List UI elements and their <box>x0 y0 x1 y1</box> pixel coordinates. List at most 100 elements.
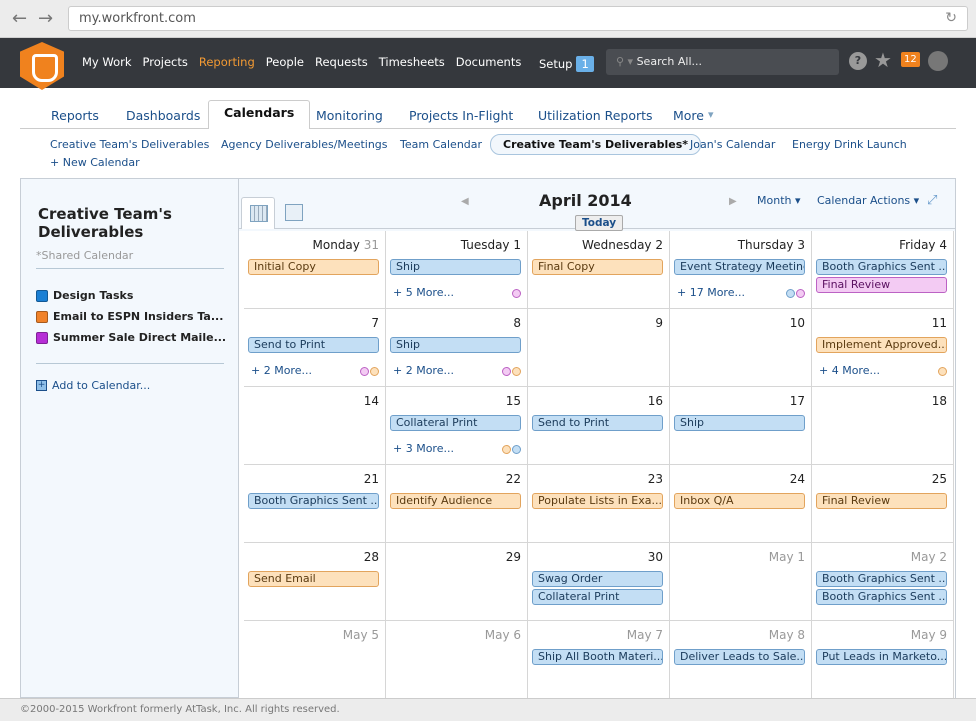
nav-my-work[interactable]: My Work <box>82 55 132 69</box>
event-bar[interactable]: Send to Print <box>532 415 663 431</box>
forward-icon[interactable]: → <box>38 8 53 29</box>
event-bar[interactable]: Ship <box>390 259 521 275</box>
event-bar[interactable]: Ship <box>674 415 805 431</box>
tab-reports[interactable]: Reports <box>51 108 99 123</box>
day-cell[interactable]: 25 Final Review <box>812 465 954 543</box>
nav-documents[interactable]: Documents <box>456 55 522 69</box>
day-cell[interactable]: 7 Send to Print + 2 More... <box>244 309 386 387</box>
day-cell[interactable]: May 7 Ship All Booth Materi... <box>528 621 670 699</box>
notifications-badge[interactable]: 12 <box>901 52 920 67</box>
day-cell[interactable]: May 9 Put Leads in Marketo... <box>812 621 954 699</box>
day-cell[interactable]: 11 Implement Approved... + 4 More... <box>812 309 954 387</box>
event-bar[interactable]: Ship <box>390 337 521 353</box>
nav-timesheets[interactable]: Timesheets <box>379 55 445 69</box>
subnav-item[interactable]: + New Calendar <box>50 156 140 169</box>
tab-more[interactable]: More <box>673 108 704 123</box>
today-button[interactable]: Today <box>575 215 624 231</box>
nav-people[interactable]: People <box>266 55 304 69</box>
day-cell[interactable]: 22 Identify Audience <box>386 465 528 543</box>
url-bar[interactable]: my.workfront.com ↻ <box>68 6 968 31</box>
more-link[interactable]: + 5 More... <box>393 286 454 299</box>
gantt-view-tab[interactable] <box>277 197 311 229</box>
calendar-legend-item[interactable]: Email to ESPN Insiders Ta... <box>36 310 223 323</box>
next-month-icon[interactable]: ▶ <box>729 196 737 207</box>
day-cell[interactable]: Tuesday 1 Ship + 5 More... <box>386 231 528 309</box>
event-bar[interactable]: Final Copy <box>532 259 663 275</box>
setup-button[interactable]: Setup 1 <box>539 56 594 72</box>
more-link[interactable]: + 3 More... <box>393 442 454 455</box>
day-cell[interactable]: 24 Inbox Q/A <box>670 465 812 543</box>
day-cell[interactable]: 28 Send Email <box>244 543 386 621</box>
event-bar[interactable]: Collateral Print <box>532 589 663 605</box>
event-bar[interactable]: Implement Approved... <box>816 337 947 353</box>
view-dropdown[interactable]: Month ▾ <box>757 194 801 207</box>
subnav-item[interactable]: Team Calendar <box>400 138 482 151</box>
calendar-legend-item[interactable]: Summer Sale Direct Maile... <box>36 331 226 344</box>
day-cell[interactable]: 9 <box>528 309 670 387</box>
day-cell[interactable]: Thursday 3 Event Strategy Meeting + 17 Mor… <box>670 231 812 309</box>
reload-icon[interactable]: ↻ <box>945 10 957 26</box>
day-cell[interactable]: May 1 <box>670 543 812 621</box>
subnav-item[interactable]: Creative Team's Deliverables* <box>490 134 702 155</box>
day-cell[interactable]: 15 Collateral Print + 3 More... <box>386 387 528 465</box>
event-bar[interactable]: Identify Audience <box>390 493 521 509</box>
event-bar[interactable]: Booth Graphics Sent ... <box>816 571 947 587</box>
day-cell[interactable]: 10 <box>670 309 812 387</box>
day-cell[interactable]: 29 <box>386 543 528 621</box>
subnav-item[interactable]: Joan's Calendar <box>690 138 775 151</box>
subnav-item[interactable]: Agency Deliverables/Meetings <box>221 138 388 151</box>
month-grid-view-tab[interactable] <box>241 197 275 229</box>
event-bar[interactable]: Booth Graphics Sent ... <box>816 589 947 605</box>
nav-reporting[interactable]: Reporting <box>199 55 255 69</box>
more-link[interactable]: + 2 More... <box>393 364 454 377</box>
event-bar[interactable]: Populate Lists in Exa... <box>532 493 663 509</box>
tab-utilization-reports[interactable]: Utilization Reports <box>538 108 653 123</box>
star-icon[interactable]: ★ <box>874 48 892 72</box>
event-bar[interactable]: Put Leads in Marketo... <box>816 649 947 665</box>
day-cell[interactable]: 8 Ship + 2 More... <box>386 309 528 387</box>
event-bar[interactable]: Swag Order <box>532 571 663 587</box>
day-cell[interactable]: Friday 4 Booth Graphics Sent ... Final Rev… <box>812 231 954 309</box>
event-bar[interactable]: Collateral Print <box>390 415 521 431</box>
subnav-item[interactable]: Energy Drink Launch <box>792 138 907 151</box>
day-cell[interactable]: May 8 Deliver Leads to Sale... <box>670 621 812 699</box>
day-cell[interactable]: 30 Swag Order Collateral Print <box>528 543 670 621</box>
tab-monitoring[interactable]: Monitoring <box>316 108 383 123</box>
day-cell[interactable]: May 6 <box>386 621 528 699</box>
fullscreen-icon[interactable]: ⤢ <box>927 193 937 208</box>
calendar-actions-dropdown[interactable]: Calendar Actions ▾ <box>817 194 919 207</box>
event-bar[interactable]: Initial Copy <box>248 259 379 275</box>
day-cell[interactable]: 14 <box>244 387 386 465</box>
more-link[interactable]: + 17 More... <box>677 286 745 299</box>
day-cell[interactable]: Monday 31 Initial Copy <box>244 231 386 309</box>
event-bar[interactable]: Booth Graphics Sent ... <box>816 259 947 275</box>
day-cell[interactable]: 16 Send to Print <box>528 387 670 465</box>
tab-dashboards[interactable]: Dashboards <box>126 108 200 123</box>
event-bar[interactable]: Final Review <box>816 493 947 509</box>
add-to-calendar-link[interactable]: + Add to Calendar... <box>36 379 150 392</box>
event-bar[interactable]: Deliver Leads to Sale... <box>674 649 805 665</box>
calendar-legend-item[interactable]: Design Tasks <box>36 289 133 302</box>
back-icon[interactable]: ← <box>12 8 27 29</box>
day-cell[interactable]: Wednesday 2 Final Copy <box>528 231 670 309</box>
event-bar[interactable]: Event Strategy Meeting <box>674 259 805 275</box>
help-icon[interactable]: ? <box>849 52 867 70</box>
day-cell[interactable]: 17 Ship <box>670 387 812 465</box>
day-cell[interactable]: 18 <box>812 387 954 465</box>
nav-projects[interactable]: Projects <box>143 55 188 69</box>
day-cell[interactable]: 23 Populate Lists in Exa... <box>528 465 670 543</box>
prev-month-icon[interactable]: ◀ <box>461 196 469 207</box>
more-link[interactable]: + 4 More... <box>819 364 880 377</box>
event-bar[interactable]: Final Review <box>816 277 947 293</box>
day-cell[interactable]: May 2 Booth Graphics Sent ... Booth Graphi… <box>812 543 954 621</box>
event-bar[interactable]: Inbox Q/A <box>674 493 805 509</box>
nav-requests[interactable]: Requests <box>315 55 368 69</box>
workfront-logo[interactable] <box>20 42 64 90</box>
event-bar[interactable]: Send Email <box>248 571 379 587</box>
avatar[interactable] <box>928 51 948 71</box>
event-bar[interactable]: Ship All Booth Materi... <box>532 649 663 665</box>
day-cell[interactable]: May 5 <box>244 621 386 699</box>
more-link[interactable]: + 2 More... <box>251 364 312 377</box>
day-cell[interactable]: 21 Booth Graphics Sent ... <box>244 465 386 543</box>
tab-projects-in-flight[interactable]: Projects In-Flight <box>409 108 513 123</box>
